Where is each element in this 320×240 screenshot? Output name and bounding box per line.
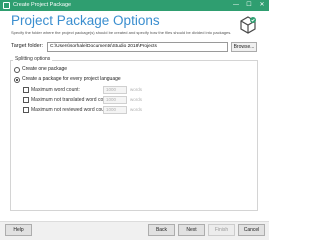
finish-button[interactable]: Finish <box>208 224 235 236</box>
max-not-reviewed-unit: words <box>130 107 143 112</box>
radio-package-per-language-label: Create a package for every project langu… <box>22 76 121 82</box>
browse-button[interactable]: Browse... <box>231 42 257 52</box>
radio-one-package-label: Create one package <box>22 66 68 72</box>
max-word-count-label: Maximum word count: <box>31 87 80 93</box>
max-word-count-checkbox[interactable] <box>23 87 29 93</box>
max-not-reviewed-checkbox[interactable] <box>23 107 29 113</box>
minimize-button[interactable]: — <box>230 0 242 11</box>
package-icon <box>240 16 256 34</box>
back-button[interactable]: Back <box>148 224 175 236</box>
max-word-count-input[interactable]: 1000 <box>103 86 127 94</box>
splitting-options-legend: Splitting options <box>13 56 53 63</box>
max-not-translated-input[interactable]: 1000 <box>103 96 127 104</box>
next-button[interactable]: Next <box>178 224 205 236</box>
wizard-header: Project Package Options Specify the fold… <box>0 11 269 41</box>
close-button[interactable]: ✕ <box>256 0 268 11</box>
window-titlebar: Create Project Package — ☐ ✕ <box>0 0 269 11</box>
max-not-reviewed-label: Maximum not reviewed word count: <box>31 107 110 113</box>
page-title: Project Package Options <box>11 13 160 28</box>
max-not-translated-checkbox[interactable] <box>23 97 29 103</box>
window-title: Create Project Package <box>13 2 72 8</box>
page-subtitle: Specify the folder where the project pac… <box>11 30 232 35</box>
radio-package-per-language[interactable] <box>14 77 20 83</box>
help-button[interactable]: Help <box>5 224 32 236</box>
target-folder-label: Target folder: <box>11 43 44 49</box>
app-icon <box>3 2 10 9</box>
max-not-reviewed-input[interactable]: 1000 <box>103 106 127 114</box>
max-not-translated-label: Maximum not translated word count: <box>31 97 112 103</box>
cancel-button[interactable]: Cancel <box>238 224 265 236</box>
max-not-translated-unit: words <box>130 97 143 102</box>
target-folder-input[interactable]: C:\Users\sorhale\Documents\Studio 2018\P… <box>47 42 228 52</box>
radio-one-package[interactable] <box>14 67 20 73</box>
maximize-button[interactable]: ☐ <box>243 0 255 11</box>
max-word-count-unit: words <box>130 87 143 92</box>
